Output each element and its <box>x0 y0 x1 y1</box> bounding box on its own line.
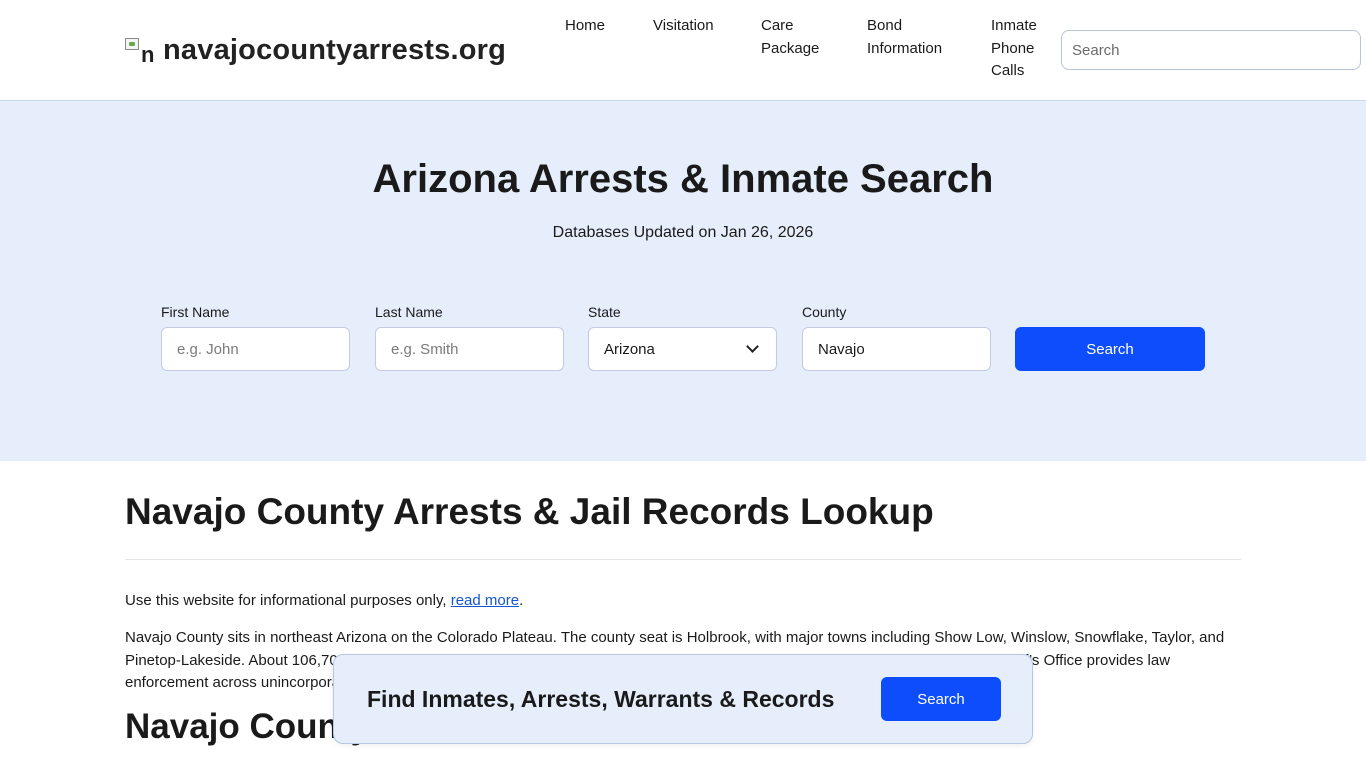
nav-inmate-phone-calls[interactable]: Inmate Phone Calls <box>991 15 1051 83</box>
nav-bond-information[interactable]: Bond Information <box>867 15 957 60</box>
first-name-label: First Name <box>161 304 230 320</box>
disclaimer-end: . <box>519 592 524 609</box>
nav-home[interactable]: Home <box>565 15 605 38</box>
site-logo-link[interactable]: n navajocountyarrests.org <box>125 34 506 67</box>
banner-search-button[interactable]: Search <box>881 677 1001 721</box>
search-button[interactable]: Search <box>1015 327 1205 371</box>
site-header: n navajocountyarrests.org Home Visitatio… <box>0 0 1366 101</box>
chevron-down-icon <box>746 340 759 353</box>
state-select-value: Arizona <box>604 340 655 358</box>
site-search-input[interactable] <box>1061 30 1361 70</box>
disclaimer-lead: Use this website for informational purpo… <box>125 592 451 609</box>
last-name-input[interactable] <box>375 327 564 371</box>
county-label: County <box>802 304 847 320</box>
last-name-label: Last Name <box>375 304 443 320</box>
state-label: State <box>588 304 621 320</box>
disclaimer-text: Use this website for informational purpo… <box>125 590 523 613</box>
sticky-search-banner: Find Inmates, Arrests, Warrants & Record… <box>333 654 1033 744</box>
read-more-link[interactable]: read more <box>451 592 519 609</box>
banner-text: Find Inmates, Arrests, Warrants & Record… <box>367 686 835 712</box>
database-updated-text: Databases Updated on Jan 26, 2026 <box>552 224 814 241</box>
hero-search-section: Arizona Arrests & Inmate Search Database… <box>0 101 1366 461</box>
nav-care-package[interactable]: Care Package <box>761 15 831 60</box>
broken-image-icon: n <box>125 36 155 66</box>
divider <box>125 559 1241 560</box>
state-select[interactable]: Arizona <box>588 327 777 371</box>
hero-title: Arizona Arrests & Inmate Search <box>372 157 994 201</box>
first-name-input[interactable] <box>161 327 350 371</box>
site-name: navajocountyarrests.org <box>163 34 507 66</box>
county-input[interactable] <box>802 327 991 371</box>
logo-alt-text: n <box>141 41 155 66</box>
nav-visitation[interactable]: Visitation <box>653 15 714 38</box>
page-heading: Navajo County Arrests & Jail Records Loo… <box>125 491 934 532</box>
